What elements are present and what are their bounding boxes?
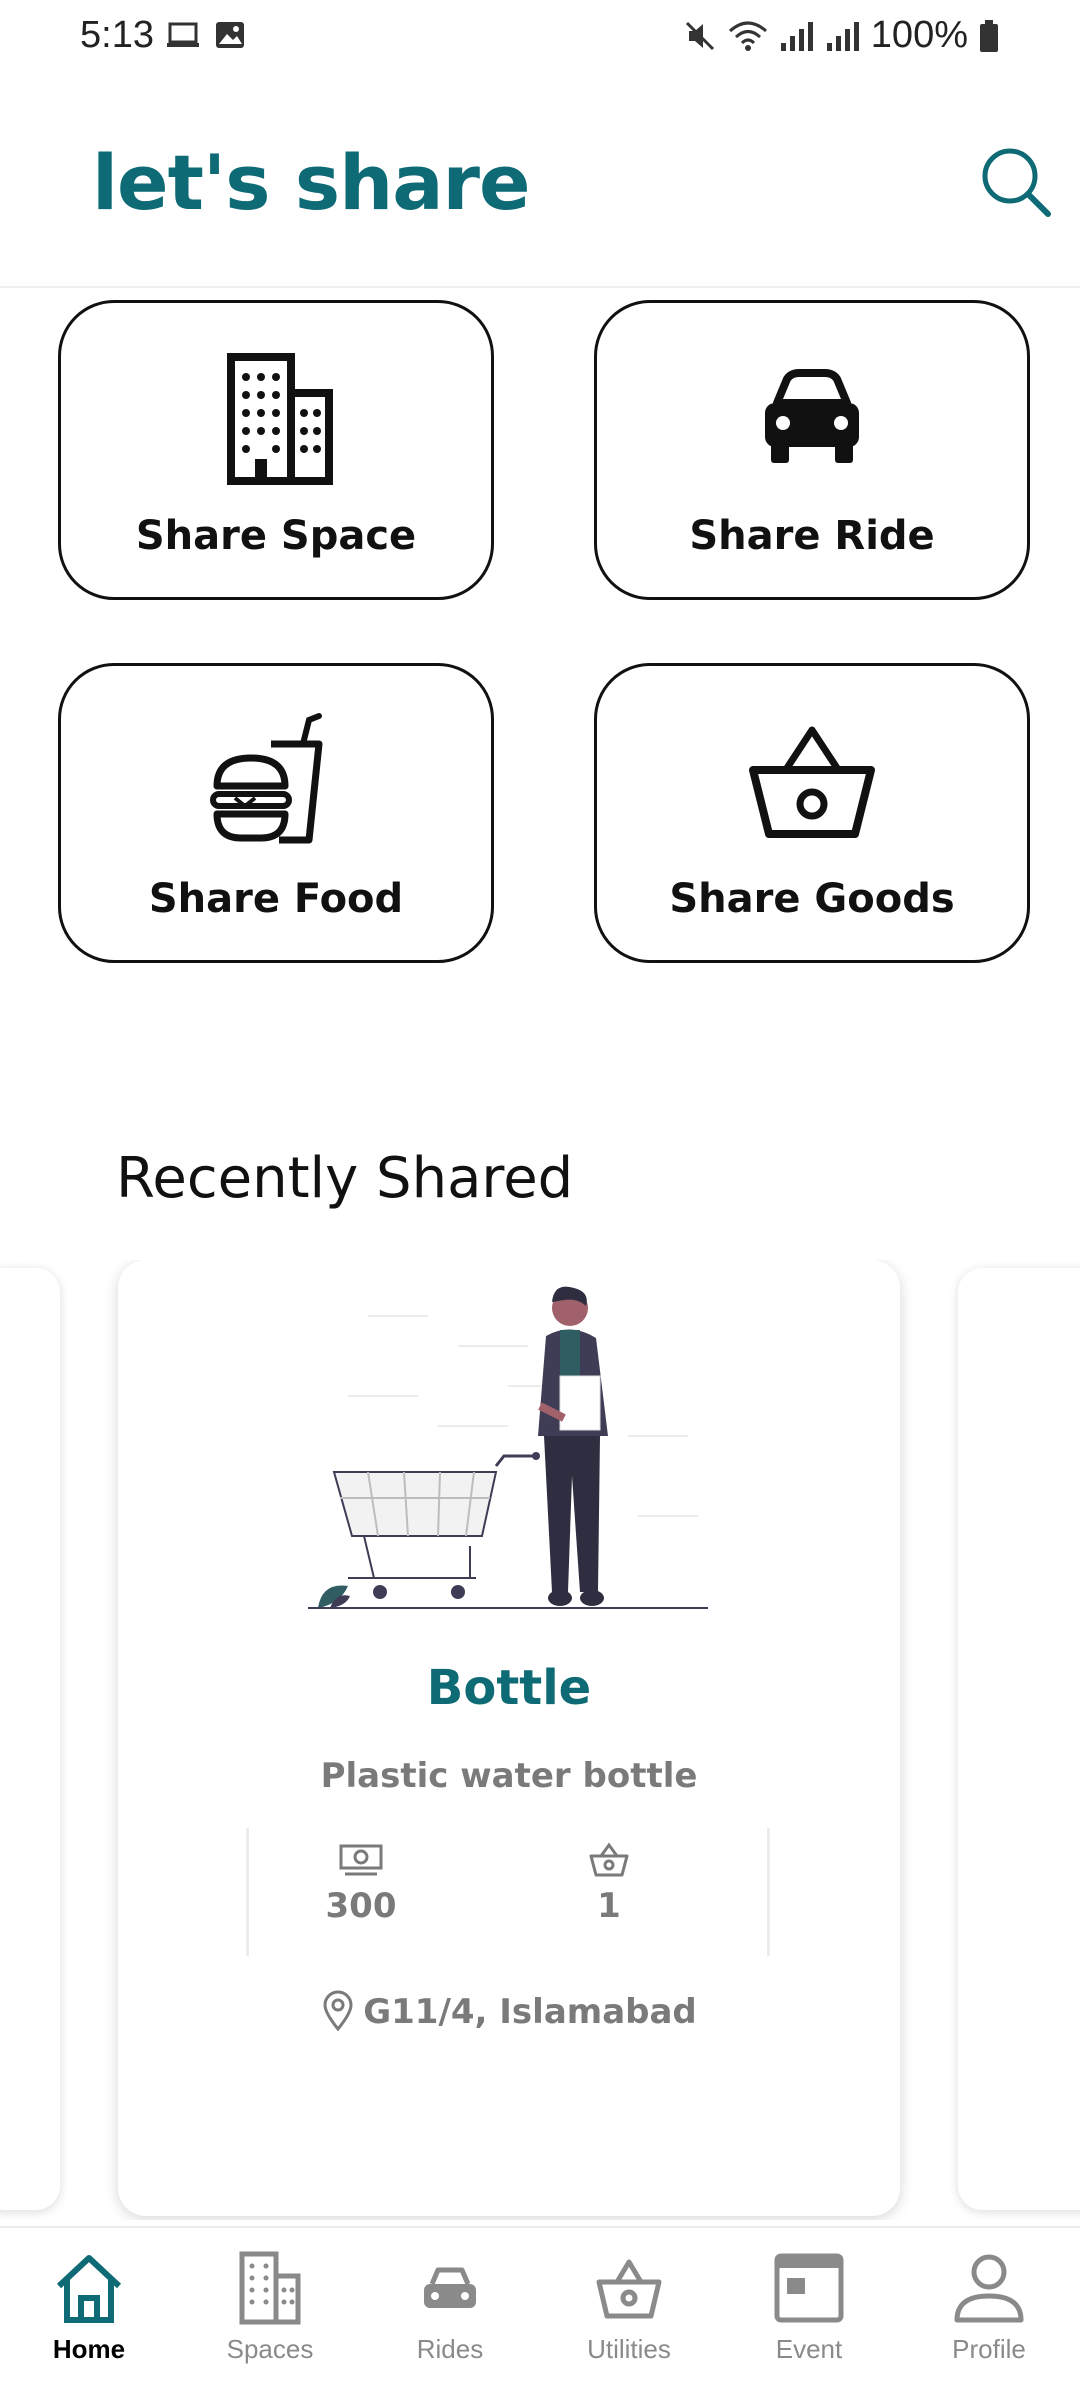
- laptop-icon: [167, 22, 199, 47]
- mute-icon: [685, 21, 714, 50]
- nav-home-label: Home: [52, 2334, 126, 2364]
- nav-home[interactable]: Home: [14, 2242, 164, 2392]
- nav-event[interactable]: Event: [734, 2242, 884, 2392]
- listing-location: G11/4, Islamabad: [118, 1990, 900, 2032]
- listing-card[interactable]: Bottle Plastic water bottle 300 1 G11/4,…: [118, 1260, 900, 2216]
- image-icon: [216, 22, 244, 48]
- app-header: let's share: [0, 100, 1080, 288]
- location-text: G11/4, Islamabad: [363, 1992, 697, 2032]
- listing-title: Bottle: [426, 1660, 592, 1716]
- app-title: let's share: [92, 138, 531, 227]
- nav-utilities[interactable]: Utilities: [554, 2242, 704, 2392]
- nav-spaces-label: Spaces: [226, 2334, 314, 2364]
- search-icon[interactable]: [978, 144, 1054, 220]
- listing-description: Plastic water bottle: [320, 1756, 698, 1796]
- battery-icon: [980, 19, 998, 52]
- quantity-stat: 1: [539, 1842, 679, 1926]
- status-notification-icons: [166, 20, 246, 50]
- home-icon: [56, 2255, 122, 2323]
- share-ride-label: Share Ride: [689, 513, 935, 559]
- status-bar: 5:13 100%: [0, 0, 1080, 76]
- status-time: 5:13: [80, 14, 154, 56]
- nav-rides-label: Rides: [416, 2334, 484, 2364]
- nav-profile[interactable]: Profile: [914, 2242, 1064, 2392]
- nav-rides[interactable]: Rides: [375, 2242, 525, 2392]
- signal-icon: [826, 21, 859, 51]
- previous-card-peek[interactable]: [0, 1268, 60, 2210]
- price-stat: 300: [291, 1842, 431, 1926]
- basket-icon: [589, 1842, 629, 1877]
- quantity-value: 1: [597, 1886, 621, 1926]
- car-icon: [765, 369, 859, 463]
- building-icon: [227, 353, 333, 485]
- status-system-icons: 100%: [683, 14, 1000, 57]
- share-goods-button[interactable]: Share Goods: [594, 663, 1030, 963]
- share-food-label: Share Food: [148, 876, 404, 922]
- listing-stats: 300 1: [246, 1828, 770, 1956]
- share-goods-label: Share Goods: [669, 876, 955, 922]
- nav-event-label: Event: [775, 2334, 843, 2364]
- basket-icon: [749, 726, 875, 838]
- share-food-button[interactable]: Share Food: [58, 663, 494, 963]
- food-icon: [210, 713, 323, 844]
- money-icon: [339, 1844, 383, 1876]
- car-icon: [424, 2267, 476, 2308]
- basket-icon: [596, 2259, 662, 2319]
- location-pin-icon: [323, 1990, 353, 2031]
- recently-shared-carousel[interactable]: Bottle Plastic water bottle 300 1 G11/4,…: [0, 1260, 1080, 2220]
- battery-percentage: 100%: [870, 14, 968, 56]
- nav-profile-label: Profile: [952, 2334, 1026, 2364]
- wifi-icon: [728, 21, 767, 51]
- nav-spaces[interactable]: Spaces: [195, 2242, 345, 2392]
- share-space-label: Share Space: [135, 513, 417, 559]
- nav-utilities-label: Utilities: [587, 2334, 671, 2364]
- person-icon: [954, 2254, 1024, 2323]
- share-ride-button[interactable]: Share Ride: [594, 300, 1030, 600]
- shopping-illustration: [308, 1286, 708, 1609]
- signal-icon: [780, 21, 813, 51]
- next-card-peek[interactable]: [958, 1268, 1080, 2210]
- recently-shared-heading: Recently Shared: [116, 1146, 574, 1211]
- building-icon: [239, 2251, 301, 2325]
- calendar-icon: [774, 2253, 844, 2323]
- bottom-navigation: Home Spaces Rides Utilities Event Profil…: [0, 2226, 1080, 2400]
- share-space-button[interactable]: Share Space: [58, 300, 494, 600]
- price-value: 300: [325, 1886, 397, 1926]
